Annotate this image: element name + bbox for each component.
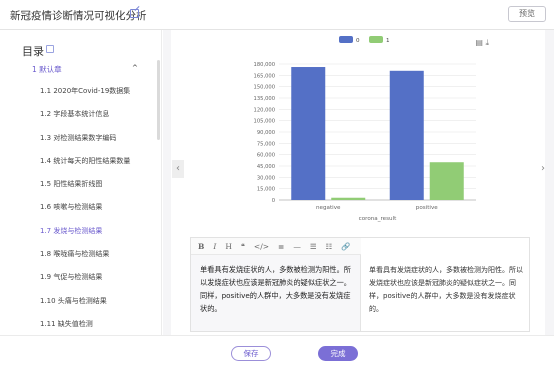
toc-item[interactable]: 1.9 气促与检测结果 bbox=[40, 266, 130, 289]
ordered-list-button[interactable]: ☰ bbox=[310, 242, 317, 251]
footer: 保存 完成 bbox=[0, 335, 554, 365]
editor-input[interactable]: 单看具有发烧症状的人，多数被检测为阳性。所以发烧症状也应该是新冠肺炎的疑似症状之… bbox=[191, 255, 361, 331]
toc-title: 目录 bbox=[22, 45, 44, 58]
bold-button[interactable]: B bbox=[198, 242, 204, 251]
link-icon[interactable]: 🔗 bbox=[341, 242, 350, 251]
y-tick-label: 0 bbox=[272, 198, 275, 204]
toc-item[interactable]: 1.3 对检测结果数字编码 bbox=[40, 127, 130, 150]
toc-item[interactable]: 1.6 咳嗽与检测结果 bbox=[40, 196, 130, 219]
toc-sidebar: 目录 1 默认章 ^ 1.1 2020年Covid-19数据集 1.2 字段基本… bbox=[0, 30, 162, 335]
toc-item[interactable]: 1.2 字段基本统计信息 bbox=[40, 103, 130, 126]
y-tick-label: 45,000 bbox=[257, 164, 275, 170]
editor-preview: 单看具有发烧症状的人，多数被检测为阳性。所以发烧症状也应该是新冠肺炎的疑似症状之… bbox=[369, 266, 523, 313]
toc-list: 1.1 2020年Covid-19数据集 1.2 字段基本统计信息 1.3 对检… bbox=[40, 80, 130, 335]
y-tick-label: 120,000 bbox=[254, 107, 275, 113]
toc-item[interactable]: 1.8 喉咙痛与检测结果 bbox=[40, 243, 130, 266]
toc-item[interactable]: 1.4 统计每天的阳性结果数量 bbox=[40, 150, 130, 173]
toc-item[interactable]: 1.10 头痛与检测结果 bbox=[40, 290, 130, 313]
y-tick-label: 90,000 bbox=[257, 130, 275, 136]
code-button[interactable]: </> bbox=[254, 242, 269, 251]
x-tick-label: positive bbox=[416, 205, 438, 211]
editor-toolbar: B I H ❝ </> ≣ — ☰ ☷ 🔗 bbox=[191, 238, 361, 255]
y-tick-label: 75,000 bbox=[257, 141, 275, 147]
y-tick-label: 15,000 bbox=[257, 187, 275, 193]
preview-button[interactable]: 预览 bbox=[508, 6, 546, 22]
bar-chart: 0 15,000 30,000 45,000 60,000 75,000 90,000 105… bbox=[254, 36, 476, 222]
save-button[interactable]: 保存 bbox=[231, 346, 271, 361]
y-tick-label: 150,000 bbox=[254, 85, 275, 91]
chevron-up-icon[interactable]: ^ bbox=[132, 64, 138, 72]
bar-0-negative bbox=[291, 67, 326, 200]
toc-chapter[interactable]: 1 默认章 bbox=[32, 64, 62, 75]
hr-button[interactable]: — bbox=[293, 242, 301, 251]
app-header: 新冠疫情诊断情况可视化分析 预览 bbox=[0, 0, 554, 30]
markdown-editor: B I H ❝ </> ≣ — ☰ ☷ 🔗 单看具有发烧症状的人，多数被检测为阳… bbox=[190, 237, 530, 332]
quote-button[interactable]: ❝ bbox=[241, 242, 245, 251]
bar-1-negative bbox=[331, 197, 366, 200]
bar-0-positive bbox=[389, 70, 424, 200]
y-tick-label: 105,000 bbox=[254, 119, 275, 125]
y-tick-label: 180,000 bbox=[254, 62, 275, 68]
bar-1-positive bbox=[429, 162, 464, 200]
toc-item[interactable]: 1.11 缺失值检测 bbox=[40, 313, 130, 335]
legend-swatch-1 bbox=[369, 36, 383, 43]
x-tick-label: negative bbox=[316, 205, 341, 211]
table-button[interactable]: ≣ bbox=[278, 242, 284, 251]
y-tick-label: 30,000 bbox=[257, 175, 275, 181]
legend-swatch-0 bbox=[339, 36, 353, 43]
edit-icon[interactable] bbox=[130, 9, 139, 18]
unordered-list-button[interactable]: ☷ bbox=[326, 242, 333, 251]
done-button[interactable]: 完成 bbox=[318, 346, 358, 361]
y-tick-label: 165,000 bbox=[254, 73, 275, 79]
toc-item[interactable]: 1.5 阳性结果折线图 bbox=[40, 173, 130, 196]
heading-button[interactable]: H bbox=[225, 242, 232, 251]
y-tick-label: 135,000 bbox=[254, 96, 275, 102]
legend-label: 1 bbox=[386, 38, 390, 44]
toc-edit-icon[interactable] bbox=[46, 45, 54, 53]
x-axis-label: corona_result bbox=[359, 216, 397, 222]
legend-label: 0 bbox=[356, 38, 360, 44]
prev-arrow[interactable]: ‹ bbox=[172, 160, 184, 178]
italic-button[interactable]: I bbox=[213, 242, 216, 251]
page-title: 新冠疫情诊断情况可视化分析 bbox=[10, 10, 147, 22]
toc-item-active[interactable]: 1.7 发烧与检测结果 bbox=[40, 220, 130, 243]
toc-item[interactable]: 1.1 2020年Covid-19数据集 bbox=[40, 80, 130, 103]
sidebar-scrollbar[interactable] bbox=[157, 60, 160, 140]
y-tick-label: 60,000 bbox=[257, 153, 275, 159]
next-arrow[interactable]: › bbox=[537, 160, 549, 178]
